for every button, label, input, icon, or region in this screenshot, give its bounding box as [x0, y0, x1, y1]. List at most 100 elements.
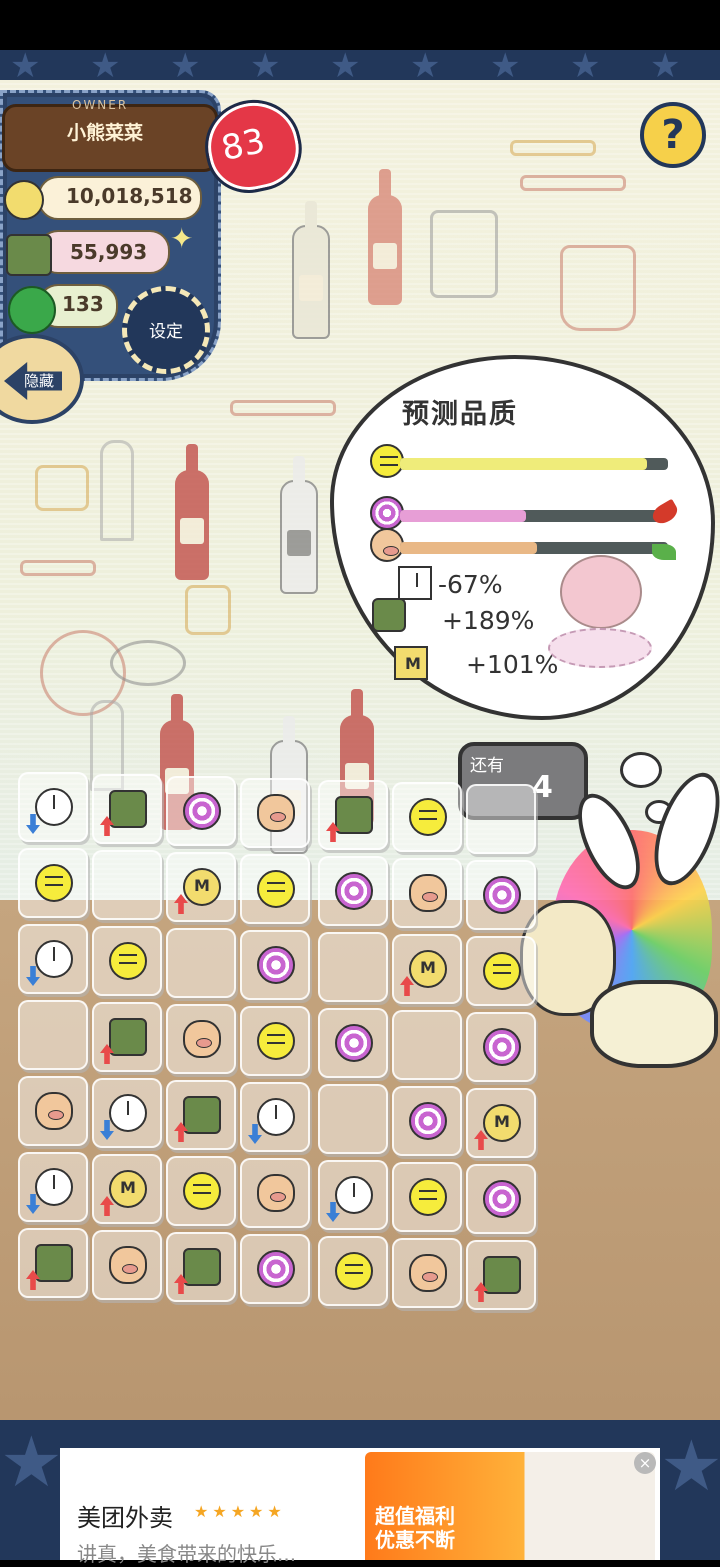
- cup-doodle: [185, 585, 231, 635]
- grid-tile[interactable]: [392, 1162, 462, 1232]
- mug-doodle: [35, 465, 89, 511]
- grid-tile[interactable]: [166, 776, 236, 846]
- ad-rating-stars: ★★★★★: [194, 1502, 286, 1521]
- basket-icon: [109, 1018, 147, 1056]
- grid-tile[interactable]: [92, 774, 162, 844]
- pig-icon: [409, 874, 447, 912]
- bottle-doodle: [368, 169, 402, 305]
- basket-icon: [335, 796, 373, 834]
- spoon-doodle: [230, 400, 336, 416]
- leaf-icon: [652, 544, 676, 560]
- clock-icon: [335, 1176, 373, 1214]
- grid-tile[interactable]: [166, 928, 236, 998]
- grid-tile[interactable]: [318, 1084, 388, 1154]
- lollipop-icon: [409, 1102, 447, 1140]
- pig-icon: [257, 1174, 295, 1212]
- grid-tile[interactable]: [92, 1230, 162, 1300]
- grid-tile[interactable]: [466, 1240, 536, 1310]
- grid-tile[interactable]: [240, 1158, 310, 1228]
- ingredients-value: 55,993: [70, 240, 148, 264]
- grid-tile[interactable]: [318, 1008, 388, 1078]
- basket-icon: [35, 1244, 73, 1282]
- ad-close-button[interactable]: ×: [634, 1452, 656, 1474]
- lollipop-icon: [257, 946, 295, 984]
- basket-icon: [183, 1248, 221, 1286]
- lollipop-icon: [335, 872, 373, 910]
- grid-tile[interactable]: [92, 850, 162, 920]
- clock-icon: [35, 788, 73, 826]
- help-button[interactable]: ?: [640, 102, 706, 168]
- grid-tile[interactable]: [318, 856, 388, 926]
- coin-icon: [4, 180, 44, 220]
- pig-icon: [370, 528, 404, 562]
- whisk-doodle: [110, 640, 186, 686]
- coins-value: 10,018,518: [66, 184, 193, 208]
- coin-icon: [409, 950, 447, 988]
- grid-tile[interactable]: [92, 926, 162, 996]
- grid-tile[interactable]: [92, 1002, 162, 1072]
- grid-tile[interactable]: [466, 860, 536, 930]
- grid-tile[interactable]: [18, 772, 88, 842]
- grid-tile[interactable]: [392, 1086, 462, 1156]
- clock-icon: [35, 1168, 73, 1206]
- quality-stat-value: +101%: [466, 650, 559, 679]
- grid-tile[interactable]: [466, 936, 536, 1006]
- smiley-icon: [335, 1252, 373, 1290]
- clock-icon: [398, 566, 432, 600]
- grid-tile[interactable]: [392, 934, 462, 1004]
- grid-tile[interactable]: [240, 854, 310, 924]
- smiley-icon: [109, 942, 147, 980]
- pitcher-doodle: [430, 210, 498, 298]
- grid-tile[interactable]: [318, 1160, 388, 1230]
- grid-tile[interactable]: [392, 782, 462, 852]
- grid-tile[interactable]: [392, 1010, 462, 1080]
- spoon-doodle: [20, 560, 96, 576]
- settings-button[interactable]: 设定: [122, 286, 210, 374]
- lollipop-icon: [483, 1028, 521, 1066]
- grid-tile[interactable]: [318, 1236, 388, 1306]
- grid-tile[interactable]: [18, 1000, 88, 1070]
- pig-icon: [35, 1092, 73, 1130]
- grid-tile[interactable]: [92, 1154, 162, 1224]
- grid-tile[interactable]: [18, 924, 88, 994]
- grid-tile[interactable]: [466, 1012, 536, 1082]
- grid-tile[interactable]: [392, 858, 462, 928]
- basket-icon: [109, 790, 147, 828]
- grid-tile[interactable]: [18, 848, 88, 918]
- top-star-border: ★ ★ ★ ★ ★ ★ ★ ★ ★: [0, 50, 720, 80]
- grid-tile[interactable]: [392, 1238, 462, 1308]
- coin-icon: [394, 646, 430, 680]
- lollipop-icon: [257, 1250, 295, 1288]
- lollipop-icon: [183, 792, 221, 830]
- grid-tile[interactable]: [240, 930, 310, 1000]
- help-question-icon: ?: [661, 112, 685, 158]
- pitcher-doodle: [560, 245, 636, 331]
- grid-tile[interactable]: [466, 1164, 536, 1234]
- coin-icon: [109, 1170, 147, 1208]
- grid-tile[interactable]: [166, 852, 236, 922]
- grid-tile[interactable]: [318, 932, 388, 1002]
- grid-tile[interactable]: [166, 1232, 236, 1302]
- grid-tile[interactable]: [18, 1076, 88, 1146]
- remaining-label: 还有: [470, 756, 504, 776]
- coin-icon: [483, 1104, 521, 1142]
- grid-tile[interactable]: [240, 778, 310, 848]
- quality-bar-fill: [400, 510, 526, 522]
- grid-tile[interactable]: [92, 1078, 162, 1148]
- grid-tile[interactable]: [240, 1082, 310, 1152]
- grid-tile[interactable]: [18, 1228, 88, 1298]
- grid-tile[interactable]: [166, 1004, 236, 1074]
- grid-tile[interactable]: [240, 1006, 310, 1076]
- grid-tile[interactable]: [466, 784, 536, 854]
- grid-tile[interactable]: [318, 780, 388, 850]
- grid-tile[interactable]: [466, 1088, 536, 1158]
- grid-tile[interactable]: [166, 1156, 236, 1226]
- lollipop-icon: [335, 1024, 373, 1062]
- quality-stat-value: +189%: [442, 606, 535, 635]
- owner-name: 小熊菜菜: [66, 122, 143, 144]
- grid-tile[interactable]: [240, 1234, 310, 1304]
- grid-tile[interactable]: [18, 1152, 88, 1222]
- pig-icon: [183, 1020, 221, 1058]
- grid-tile[interactable]: [166, 1080, 236, 1150]
- quality-stat-value: -67%: [438, 570, 503, 599]
